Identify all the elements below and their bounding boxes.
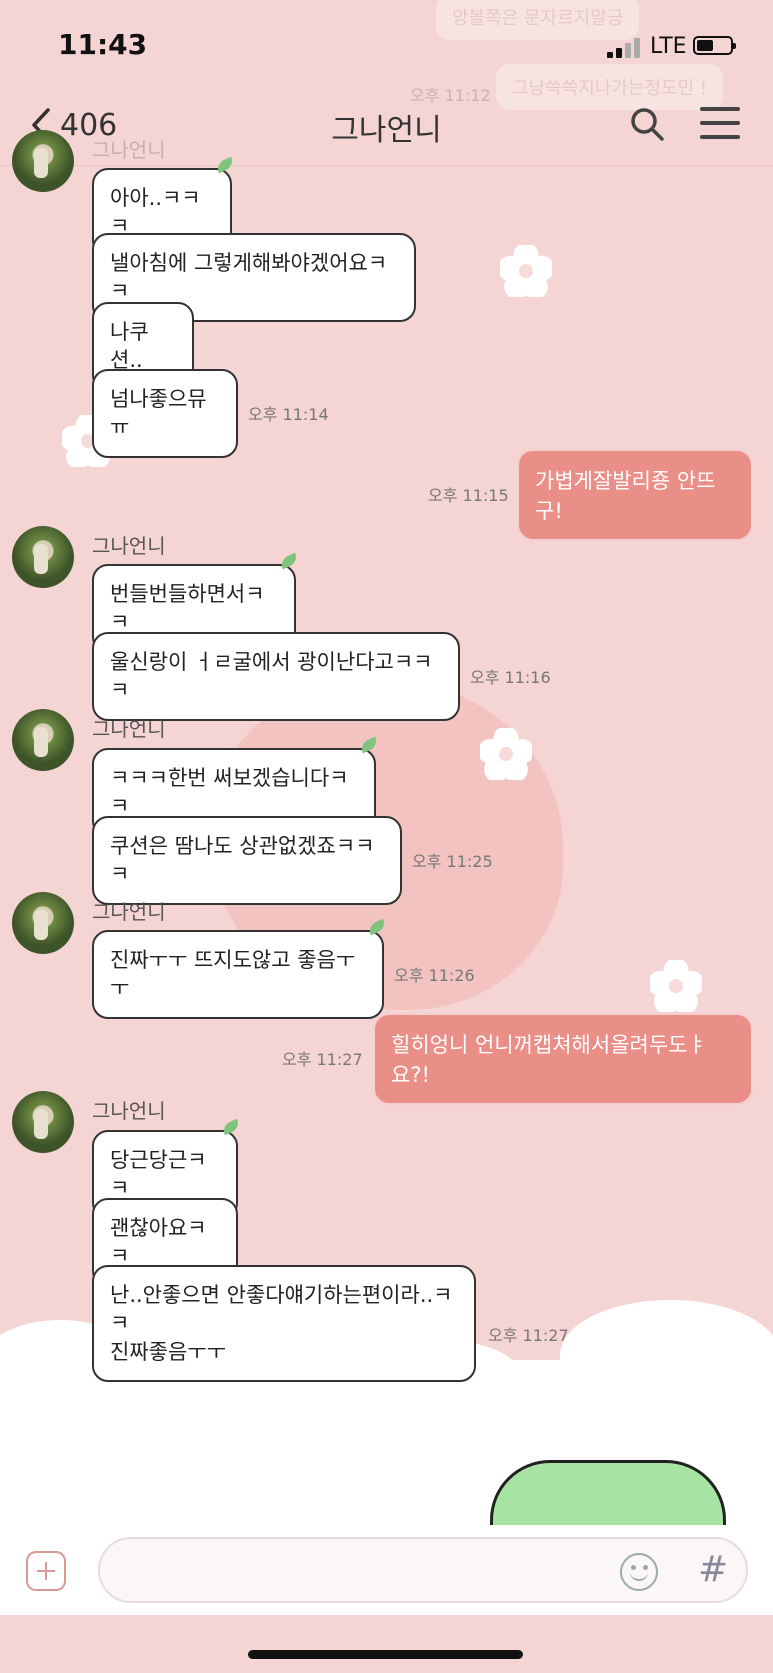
network-label: LTE bbox=[650, 34, 687, 59]
outgoing-message[interactable]: 가볍게잘발리죵 안뜨구! bbox=[517, 449, 753, 541]
sender-name: 그나언니 bbox=[92, 534, 166, 558]
incoming-message[interactable]: 진짜ㅜㅜ 뜨지도않고 좋음ㅜㅜ bbox=[92, 930, 384, 1019]
sender-name: 그나언니 bbox=[92, 900, 166, 924]
avatar[interactable] bbox=[12, 892, 74, 954]
avatar[interactable] bbox=[12, 526, 74, 588]
flower-decoration bbox=[480, 728, 532, 780]
signal-icon bbox=[607, 38, 647, 58]
avatar[interactable] bbox=[12, 130, 74, 192]
incoming-message[interactable]: 쿠션은 땀나도 상관없겠죠ㅋㅋㅋ bbox=[92, 816, 402, 905]
message-time: 오후 11:25 bbox=[412, 852, 493, 871]
status-bar: 11:43 LTE bbox=[0, 0, 773, 90]
avatar[interactable] bbox=[12, 709, 74, 771]
sender-name: 그나언니 bbox=[92, 138, 166, 162]
sender-name: 그나언니 bbox=[92, 717, 166, 741]
message-time: 오후 11:16 bbox=[470, 668, 551, 687]
flower-decoration bbox=[500, 245, 552, 297]
add-attachment-button[interactable] bbox=[26, 1551, 66, 1591]
message-time: 오후 11:27 bbox=[282, 1050, 363, 1069]
hashtag-search-button[interactable]: # bbox=[698, 1549, 728, 1590]
status-time: 11:43 bbox=[58, 28, 148, 61]
message-time: 오후 11:26 bbox=[394, 966, 475, 985]
sender-name: 그나언니 bbox=[92, 1099, 166, 1123]
message-time: 오후 11:15 bbox=[428, 486, 509, 505]
incoming-message[interactable]: 난..안좋으면 안좋다얘기하는편이라..ㅋㅋ 진짜좋음ㅜㅜ bbox=[92, 1265, 476, 1383]
emoji-icon[interactable] bbox=[620, 1553, 658, 1591]
message-time: 오후 11:14 bbox=[248, 405, 329, 424]
search-icon[interactable] bbox=[628, 105, 666, 143]
incoming-message[interactable]: 울신랑이 ㅓㄹ굴에서 광이난다고ㅋㅋㅋ bbox=[92, 632, 460, 721]
incoming-message[interactable]: 넘나좋으뮤ㅠ bbox=[92, 369, 238, 458]
flower-decoration bbox=[650, 960, 702, 1012]
outgoing-message[interactable]: 힐히엉니 언니꺼캡쳐해서올려두도ㅑ요?! bbox=[373, 1013, 753, 1105]
message-time: 오후 11:27 bbox=[488, 1326, 569, 1345]
home-indicator bbox=[248, 1650, 523, 1659]
input-bar: # bbox=[0, 1525, 773, 1615]
battery-icon bbox=[693, 36, 736, 55]
menu-icon[interactable] bbox=[700, 107, 740, 141]
avatar[interactable] bbox=[12, 1091, 74, 1153]
